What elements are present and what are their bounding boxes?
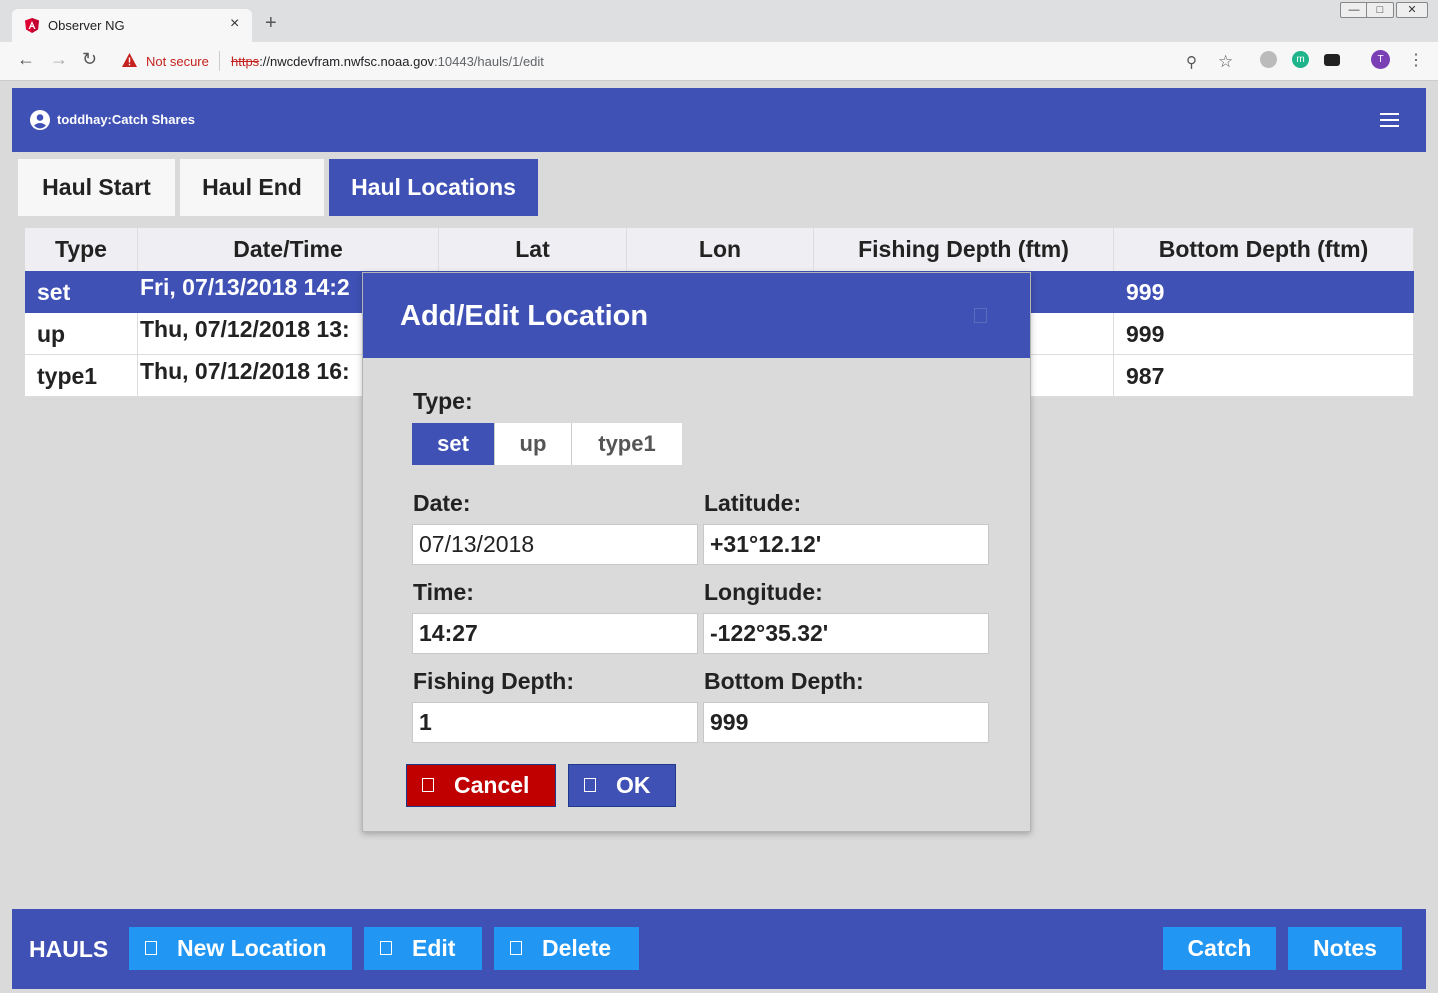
column-header-bottom-depth[interactable]: Bottom Depth (ftm) <box>1114 228 1414 271</box>
key-icon[interactable]: ⚲ <box>1186 53 1197 71</box>
ok-label: OK <box>616 772 651 798</box>
warning-icon <box>122 53 137 67</box>
address-bar[interactable]: Not secure https://nwcdevfram.nwfsc.noaa… <box>112 47 1250 76</box>
bookmark-star-icon[interactable]: ☆ <box>1218 52 1233 72</box>
check-icon <box>584 777 596 792</box>
browser-toolbar: ← → ↻ Not secure https://nwcdevfram.nwfs… <box>0 42 1438 81</box>
longitude-label: Longitude: <box>704 579 823 605</box>
tab-haul-end[interactable]: Haul End <box>180 159 324 216</box>
address-divider <box>219 51 220 71</box>
column-header-datetime[interactable]: Date/Time <box>138 228 439 271</box>
new-location-button[interactable]: New Location <box>129 927 352 970</box>
column-header-type[interactable]: Type <box>25 228 138 271</box>
add-edit-location-dialog: Add/Edit Location Type: set up type1 Dat… <box>362 272 1031 832</box>
catch-button[interactable]: Catch <box>1163 927 1276 970</box>
date-field[interactable]: 07/13/2018 <box>412 524 698 565</box>
table-header-row: Type Date/Time Lat Lon Fishing Depth (ft… <box>25 228 1414 271</box>
window-maximize-button[interactable]: □ <box>1366 2 1394 18</box>
cancel-button[interactable]: Cancel <box>406 764 556 807</box>
latitude-label: Latitude: <box>704 490 802 516</box>
footer-bar: HAULS New Location Edit Delete Catch Not… <box>12 909 1426 989</box>
extension-circle-icon[interactable] <box>1260 51 1277 68</box>
url-path: :10443/hauls/1/edit <box>434 54 544 69</box>
cell-type: type1 <box>25 355 138 397</box>
longitude-field[interactable]: -122°35.32' <box>703 613 989 654</box>
cancel-icon <box>422 777 434 792</box>
edit-icon <box>380 940 392 955</box>
cell-type: set <box>25 271 138 313</box>
edit-label: Edit <box>412 935 456 961</box>
angular-logo-icon <box>25 18 39 33</box>
edit-button[interactable]: Edit <box>364 927 482 970</box>
url-host: ://nwcdevfram.nwfsc.noaa.gov <box>259 54 435 69</box>
bottom-depth-field[interactable]: 999 <box>703 702 989 743</box>
column-header-lat[interactable]: Lat <box>439 228 627 271</box>
new-location-label: New Location <box>177 935 327 961</box>
hamburger-menu-icon[interactable] <box>1380 113 1399 127</box>
cancel-label: Cancel <box>454 772 530 798</box>
date-label: Date: <box>413 490 471 516</box>
cell-bottom-depth: 999 <box>1114 271 1414 313</box>
footer-title: HAULS <box>29 936 109 962</box>
not-secure-label[interactable]: Not secure <box>146 54 209 69</box>
close-icon[interactable] <box>974 308 987 323</box>
fishing-depth-field[interactable]: 1 <box>412 702 698 743</box>
delete-button[interactable]: Delete <box>494 927 639 970</box>
browser-tab-strip: Observer NG × + — □ ✕ <box>0 0 1438 42</box>
dialog-header: Add/Edit Location <box>363 273 1030 358</box>
time-field[interactable]: 14:27 <box>412 613 698 654</box>
type-option-type1[interactable]: type1 <box>572 423 682 465</box>
column-header-lon[interactable]: Lon <box>627 228 814 271</box>
browser-tab-title: Observer NG <box>48 18 125 33</box>
notes-button[interactable]: Notes <box>1288 927 1402 970</box>
window-minimize-button[interactable]: — <box>1340 2 1368 18</box>
cell-type: up <box>25 313 138 355</box>
forward-arrow-icon[interactable]: → <box>50 49 68 70</box>
cell-bottom-depth: 999 <box>1114 313 1414 355</box>
latitude-field[interactable]: +31°12.12' <box>703 524 989 565</box>
cell-bottom-depth: 987 <box>1114 355 1414 397</box>
browser-tab[interactable]: Observer NG × <box>12 9 252 42</box>
back-arrow-icon[interactable]: ← <box>17 49 35 70</box>
bottom-depth-label: Bottom Depth: <box>704 668 864 694</box>
app-header: toddhay:Catch Shares <box>12 88 1426 152</box>
ok-button[interactable]: OK <box>568 764 676 807</box>
delete-label: Delete <box>542 935 612 961</box>
time-label: Time: <box>413 579 474 605</box>
add-icon <box>145 940 157 955</box>
tab-haul-locations[interactable]: Haul Locations <box>329 159 538 216</box>
extension-m-icon[interactable]: m <box>1292 51 1309 68</box>
account-icon[interactable] <box>30 110 50 130</box>
fishing-depth-label: Fishing Depth: <box>413 668 574 694</box>
extension-incognito-icon[interactable] <box>1324 54 1340 66</box>
new-tab-button[interactable]: + <box>265 13 277 33</box>
url-scheme: https <box>231 54 260 69</box>
dialog-title: Add/Edit Location <box>400 300 649 332</box>
tab-close-icon[interactable]: × <box>230 15 239 33</box>
delete-icon <box>510 940 522 955</box>
reload-icon[interactable]: ↻ <box>82 49 97 70</box>
column-header-fishing-depth[interactable]: Fishing Depth (ftm) <box>814 228 1114 271</box>
type-option-up[interactable]: up <box>495 423 572 465</box>
profile-avatar[interactable]: T <box>1371 50 1390 69</box>
window-close-button[interactable]: ✕ <box>1396 2 1428 18</box>
url-text[interactable]: https://nwcdevfram.nwfsc.noaa.gov:10443/… <box>231 54 544 69</box>
tab-haul-start[interactable]: Haul Start <box>18 159 175 216</box>
user-label: toddhay:Catch Shares <box>57 112 195 127</box>
type-label: Type: <box>413 388 473 414</box>
browser-menu-icon[interactable]: ⋮ <box>1408 50 1424 70</box>
app-container: toddhay:Catch Shares Haul Start Haul End… <box>12 88 1426 989</box>
type-option-set[interactable]: set <box>412 423 495 465</box>
